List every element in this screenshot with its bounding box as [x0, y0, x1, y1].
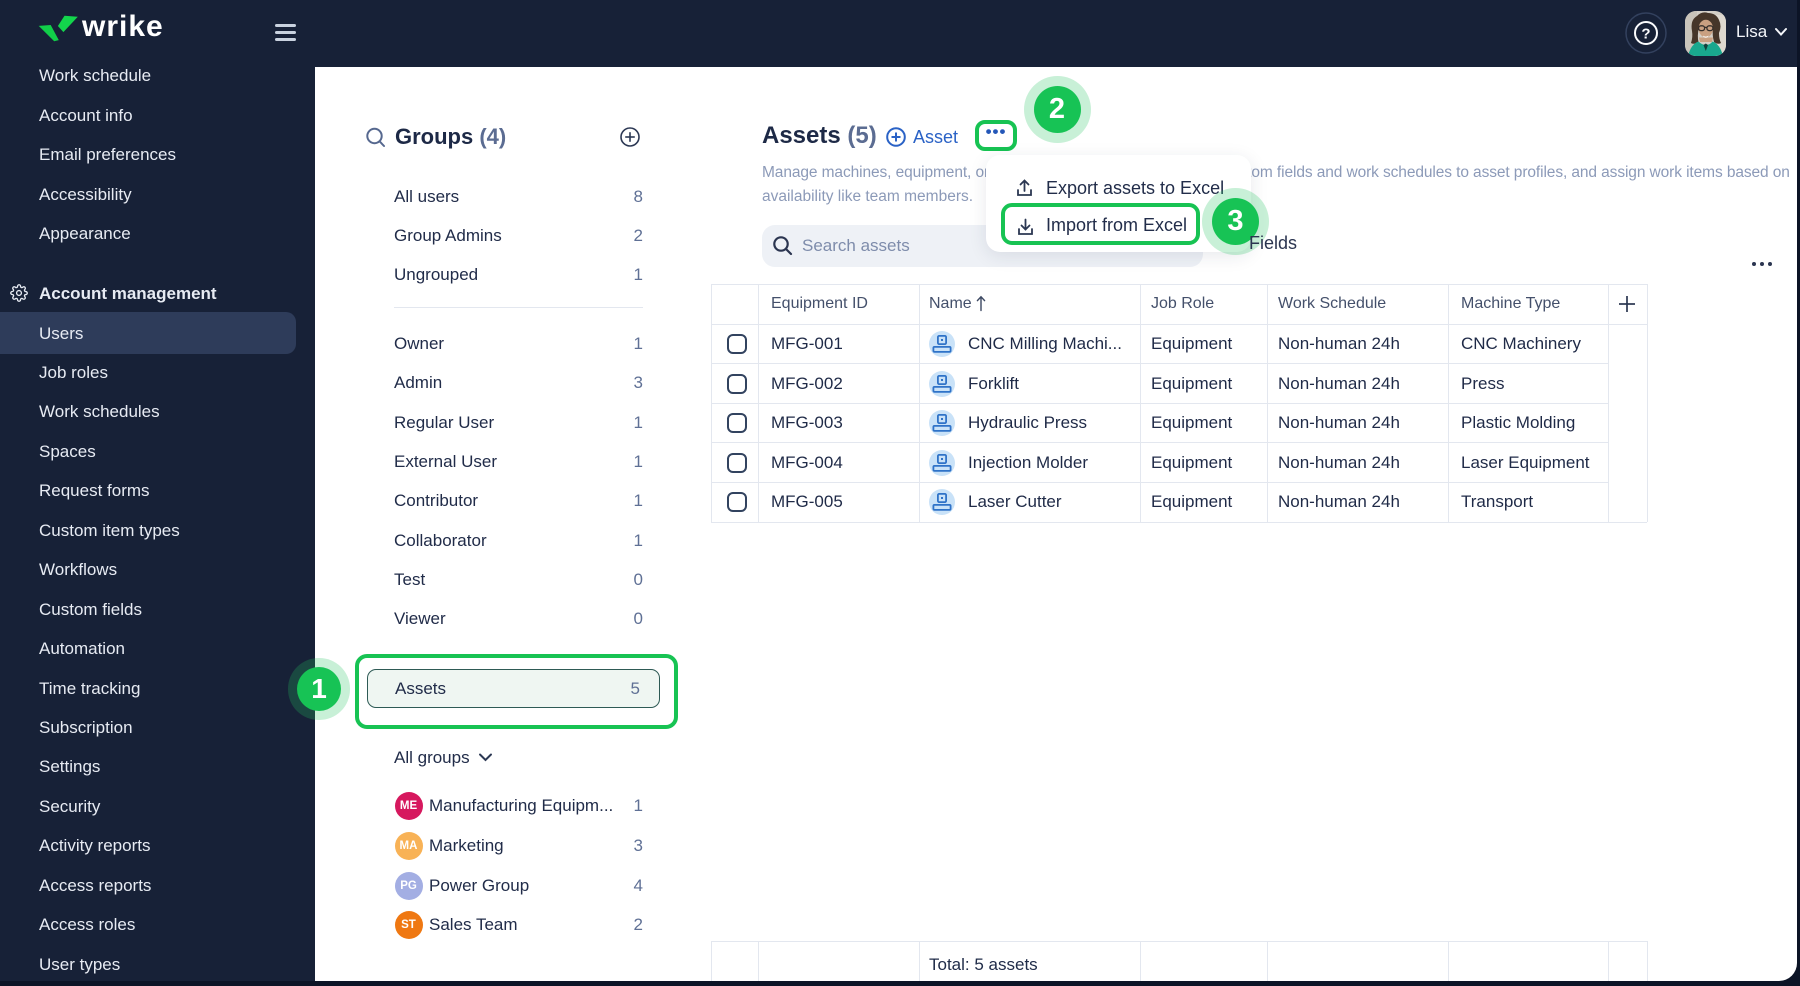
svg-text:?: ? [1641, 26, 1650, 43]
